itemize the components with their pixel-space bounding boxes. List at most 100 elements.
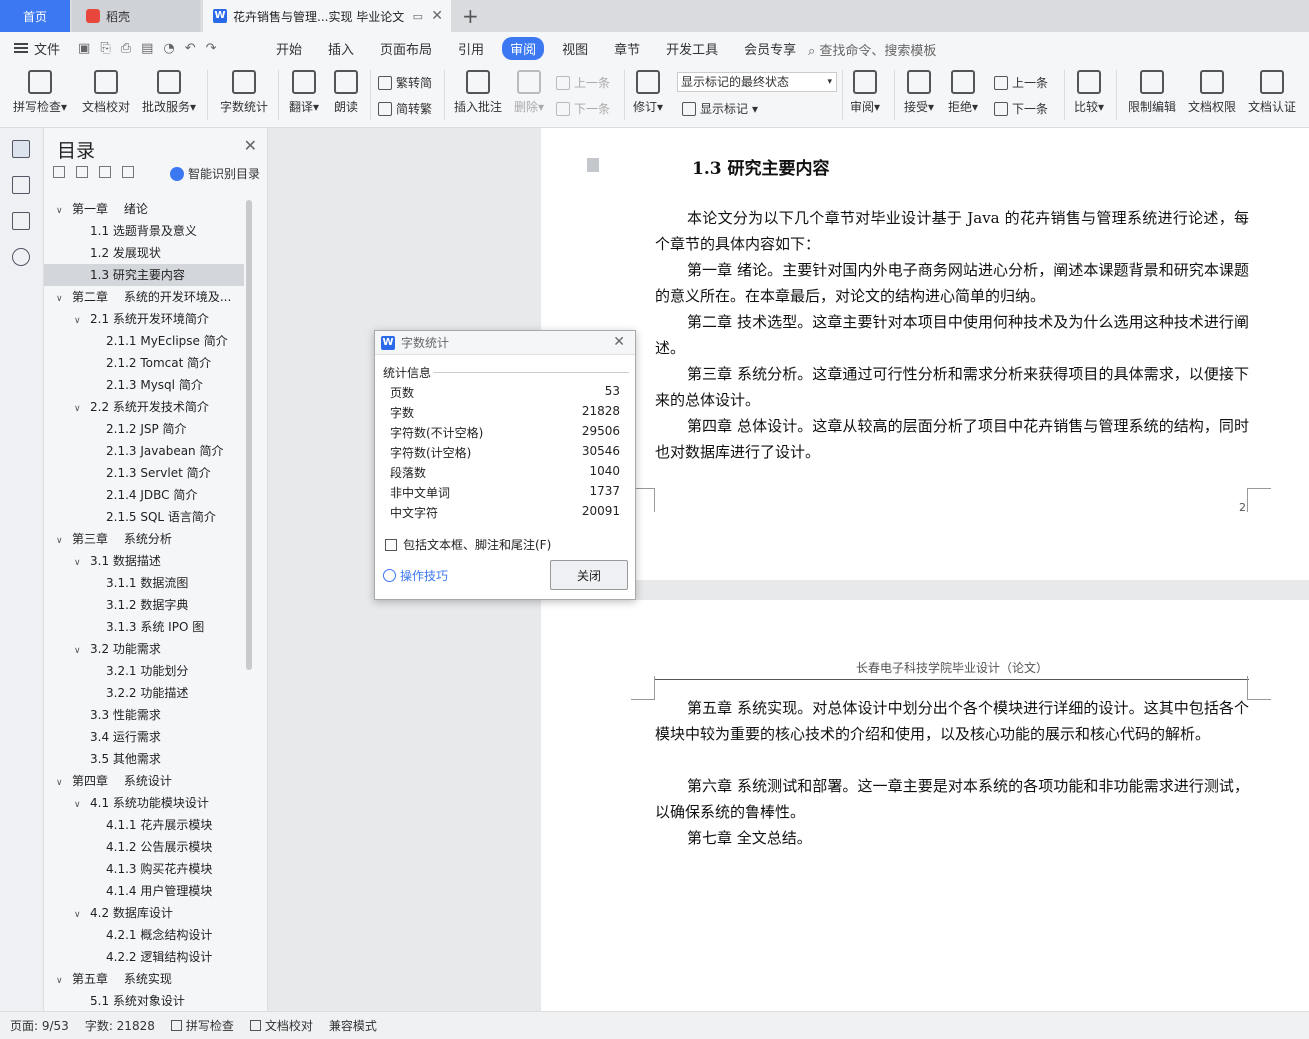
close-icon[interactable]: ✕ — [613, 334, 625, 350]
toc-item[interactable]: 4.1.2 公告展示模块 — [44, 836, 244, 858]
save-icon[interactable]: ▣ — [78, 41, 90, 56]
menu-item[interactable]: 审阅 — [502, 36, 545, 60]
menu-item[interactable]: 会员专享 — [744, 39, 796, 58]
doc-proof-button[interactable]: 文档校对 — [78, 64, 134, 115]
tab-home[interactable]: 首页 — [0, 0, 70, 32]
paragraph[interactable]: 第五章 系统实现。对总体设计中划分出个各个模块进行详细的设计。这其中包括各个模块… — [655, 695, 1249, 747]
toc-item[interactable]: 4.2.1 概念结构设计 — [44, 924, 244, 946]
toc-item[interactable]: ∨ 4.1 系统功能模块设计 — [44, 792, 244, 814]
review-pane-button[interactable]: 审阅▾ — [846, 64, 884, 115]
toc-item[interactable]: ∨ 第四章 系统设计 — [44, 770, 244, 792]
toc-item[interactable]: 1.1 选题背景及意义 — [44, 220, 244, 242]
review-service-button[interactable]: 批改服务▾ — [138, 64, 200, 115]
word-count-button[interactable]: 字数统计 — [216, 64, 272, 115]
toc-item[interactable]: 2.1.2 Tomcat 简介 — [44, 352, 244, 374]
toc-item[interactable]: ∨ 第一章 绪论 — [44, 198, 244, 220]
compare-button[interactable]: 比较▾ — [1070, 64, 1108, 115]
toc-item[interactable]: ∨ 3.2 功能需求 — [44, 638, 244, 660]
trad-to-simp-button[interactable]: 繁转简 — [378, 74, 432, 91]
include-textbox-checkbox[interactable]: 包括文本框、脚注和尾注(F) — [385, 536, 551, 553]
translate-button[interactable]: 翻译▾ — [284, 64, 324, 115]
toc-item[interactable]: ∨ 第三章 系统分析 — [44, 528, 244, 550]
restrict-editing-button[interactable]: 限制编辑 — [1124, 64, 1180, 115]
toc-item[interactable]: 3.1.3 系统 IPO 图 — [44, 616, 244, 638]
toc-item[interactable]: 1.2 发展现状 — [44, 242, 244, 264]
toc-item[interactable]: ∨ 第五章 系统实现 — [44, 968, 244, 990]
close-button[interactable]: 关闭 — [550, 560, 628, 590]
status-spell-check[interactable]: 拼写检查 — [170, 1017, 234, 1034]
redo-icon[interactable]: ↷ — [206, 41, 217, 56]
delete-comment-button[interactable]: 删除▾ — [510, 64, 548, 115]
add-heading-icon[interactable] — [99, 166, 111, 178]
toc-item[interactable]: 5.1 系统对象设计 — [44, 990, 244, 1006]
toc-item[interactable]: ∨ 2.2 系统开发技术简介 — [44, 396, 244, 418]
paragraph[interactable]: 第三章 系统分析。这章通过可行性分析和需求分析来获得项目的具体需求，以便接下来的… — [655, 361, 1249, 413]
paragraph[interactable]: 第四章 总体设计。这章从较高的层面分析了项目中花卉销售与管理系统的结构，同时也对… — [655, 413, 1249, 465]
chevron-down-icon[interactable]: ∨ — [56, 970, 66, 990]
print-icon[interactable]: ⎙ — [121, 41, 131, 56]
toc-item[interactable]: 4.1.3 购买花卉模块 — [44, 858, 244, 880]
chevron-down-icon[interactable]: ∨ — [56, 288, 66, 308]
status-word-count[interactable]: 字数: 21828 — [85, 1017, 155, 1034]
status-proof[interactable]: 文档校对 — [249, 1017, 313, 1034]
toc-item[interactable]: 3.4 运行需求 — [44, 726, 244, 748]
toc-item[interactable]: 2.1.3 Mysql 简介 — [44, 374, 244, 396]
next-comment-button[interactable]: 下一条 — [556, 100, 610, 117]
reject-button[interactable]: 拒绝▾ — [944, 64, 982, 115]
chevron-down-icon[interactable]: ∨ — [74, 398, 84, 418]
search-icon[interactable] — [12, 248, 30, 266]
new-tab-icon[interactable]: + — [462, 4, 479, 28]
spell-check-button[interactable]: 拼写检查▾ — [8, 64, 72, 115]
toc-item[interactable]: 3.5 其他需求 — [44, 748, 244, 770]
command-search[interactable]: ⌕ 查找命令、搜索模板 — [808, 40, 936, 59]
chevron-down-icon[interactable]: ∨ — [56, 772, 66, 792]
markup-state-select[interactable]: 显示标记的最终状态 ▾ — [677, 72, 837, 92]
menu-item[interactable]: 视图 — [562, 39, 588, 58]
toc-item[interactable]: ∨ 第二章 系统的开发环境及... — [44, 286, 244, 308]
toc-item[interactable]: ∨ 2.1 系统开发环境简介 — [44, 308, 244, 330]
bookmark-icon[interactable] — [12, 212, 30, 230]
menu-item[interactable]: 插入 — [328, 39, 354, 58]
toc-item[interactable]: 4.1.1 花卉展示模块 — [44, 814, 244, 836]
close-tab-icon[interactable]: ✕ — [431, 8, 443, 24]
toc-item[interactable]: 3.1.2 数据字典 — [44, 594, 244, 616]
toc-item[interactable]: 2.1.5 SQL 语言简介 — [44, 506, 244, 528]
toc-item[interactable]: 3.2.2 功能描述 — [44, 682, 244, 704]
chevron-down-icon[interactable]: ∨ — [56, 530, 66, 550]
expand-icon[interactable] — [76, 166, 88, 178]
tab-document[interactable]: W 花卉销售与管理...实现 毕业论文 ▭ ✕ — [203, 0, 451, 32]
read-aloud-button[interactable]: 朗读 — [328, 64, 364, 115]
toc-panel-icon[interactable] — [12, 140, 30, 158]
tips-link[interactable]: 操作技巧 — [383, 567, 448, 584]
file-menu[interactable]: 文件 — [14, 39, 60, 58]
menu-item[interactable]: 章节 — [614, 39, 640, 58]
print-preview-icon[interactable]: ▤ — [141, 41, 153, 56]
prev-change-button[interactable]: 上一条 — [994, 74, 1048, 91]
menu-item[interactable]: 开始 — [276, 39, 302, 58]
menu-item[interactable]: 引用 — [458, 39, 484, 58]
toc-item[interactable]: 2.1.2 JSP 简介 — [44, 418, 244, 440]
smart-toc-button[interactable]: 智能识别目录 — [170, 165, 260, 182]
toc-item[interactable]: 2.1.4 JDBC 简介 — [44, 484, 244, 506]
insert-comment-button[interactable]: 插入批注 — [450, 64, 506, 115]
doc-permission-button[interactable]: 文档权限 — [1184, 64, 1240, 115]
chevron-down-icon[interactable]: ∨ — [74, 640, 84, 660]
chevron-down-icon[interactable]: ∨ — [74, 310, 84, 330]
toc-item[interactable]: 2.1.3 Javabean 简介 — [44, 440, 244, 462]
chevron-down-icon[interactable]: ∨ — [56, 200, 66, 220]
toc-item[interactable]: 2.1.3 Servlet 简介 — [44, 462, 244, 484]
chevron-down-icon[interactable]: ∨ — [74, 794, 84, 814]
status-page[interactable]: 页面: 9/53 — [10, 1017, 69, 1034]
accept-button[interactable]: 接受▾ — [900, 64, 938, 115]
paragraph[interactable]: 第六章 系统测试和部署。这一章主要是对本系统的各项功能和非功能需求进行测试，以确… — [655, 773, 1249, 825]
next-change-button[interactable]: 下一条 — [994, 100, 1048, 117]
chapter-nav-icon[interactable] — [12, 176, 30, 194]
toc-item[interactable]: ∨ 3.1 数据描述 — [44, 550, 244, 572]
preview-icon[interactable]: ◔ — [163, 41, 174, 56]
format-painter-icon[interactable]: ⎘ — [100, 41, 110, 56]
menu-item[interactable]: 页面布局 — [380, 39, 432, 58]
paragraph[interactable]: 第二章 技术选型。这章主要针对本项目中使用何种技术及为什么选用这种技术进行阐述。 — [655, 309, 1249, 361]
chevron-down-icon[interactable]: ∨ — [74, 904, 84, 924]
collapse-icon[interactable] — [53, 166, 65, 178]
toc-item[interactable]: 4.1.4 用户管理模块 — [44, 880, 244, 902]
